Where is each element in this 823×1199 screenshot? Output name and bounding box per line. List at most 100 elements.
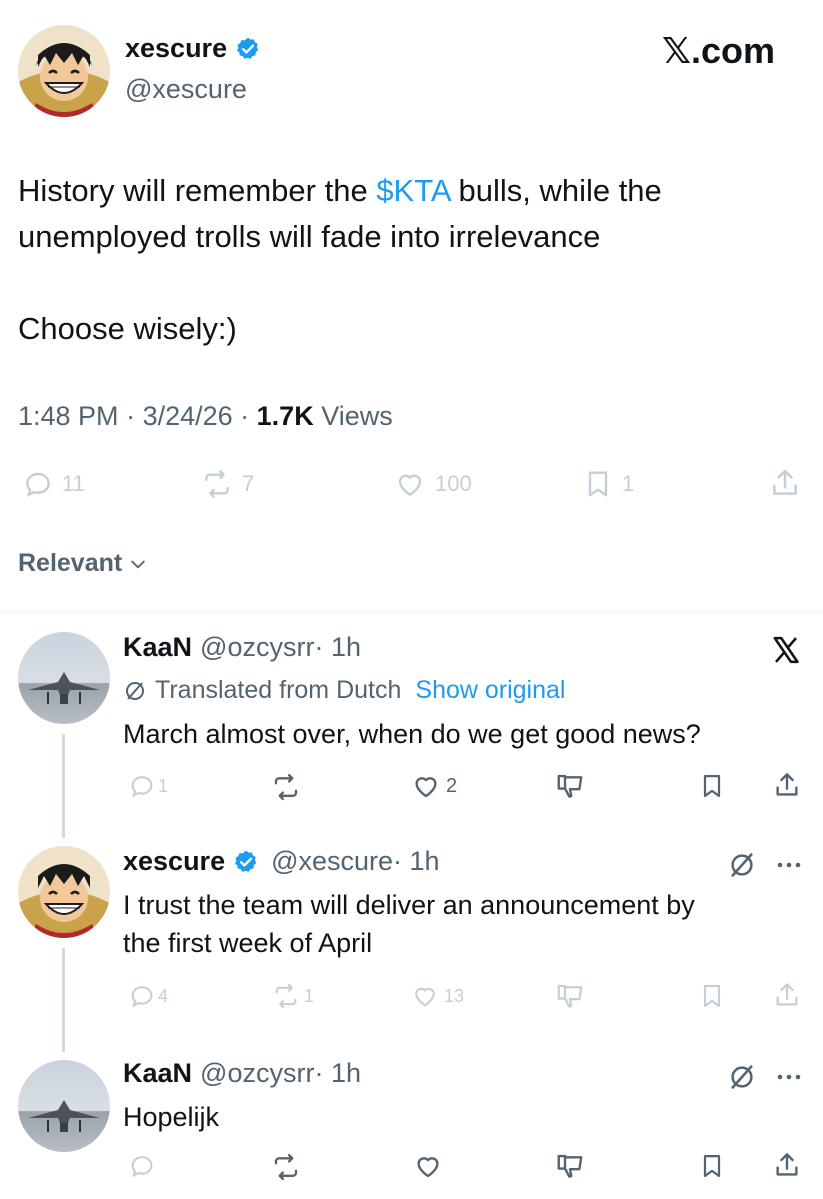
thumbs-down-icon bbox=[557, 774, 583, 798]
reply-count: 1 bbox=[158, 775, 169, 796]
reply-button[interactable]: 4 bbox=[128, 982, 168, 1010]
repost-icon bbox=[205, 470, 229, 498]
sort-label: Relevant bbox=[18, 549, 123, 577]
bookmark-count: 1 bbox=[622, 471, 635, 496]
like-button[interactable]: 13 bbox=[410, 982, 464, 1010]
tweet-text-line: Choose wisely:) bbox=[18, 311, 237, 346]
share-button[interactable] bbox=[772, 1150, 802, 1180]
reply-avatar[interactable] bbox=[18, 846, 110, 938]
cashtag-link[interactable]: $KTA bbox=[376, 173, 450, 208]
author-name[interactable]: xescure bbox=[125, 33, 227, 64]
share-icon bbox=[776, 773, 798, 796]
tweet-text-part: History will remember the bbox=[18, 173, 377, 208]
like-button[interactable]: 2 bbox=[410, 771, 457, 801]
reply-author-handle[interactable]: @ozcysrr bbox=[200, 632, 314, 663]
like-count: 100 bbox=[435, 471, 472, 496]
bookmark-button[interactable] bbox=[698, 771, 726, 801]
bookmark-icon bbox=[588, 471, 608, 497]
jet-avatar-image bbox=[28, 1100, 100, 1132]
dislike-button[interactable] bbox=[555, 771, 585, 801]
heart-icon bbox=[415, 777, 437, 798]
reply-author-name[interactable]: KaaN bbox=[123, 632, 192, 663]
like-button[interactable]: 100 bbox=[393, 468, 472, 500]
reply-author-name[interactable]: xescure bbox=[123, 846, 225, 877]
reply-button[interactable]: 11 bbox=[22, 468, 85, 500]
reply-count: 11 bbox=[62, 471, 85, 496]
reply-icon bbox=[131, 986, 153, 1008]
tweet-text-line: unemployed trolls will fade into irrelev… bbox=[18, 219, 601, 254]
luffy-avatar-image bbox=[18, 846, 110, 938]
reply-text: March almost over, when do we get good n… bbox=[123, 719, 701, 749]
share-icon bbox=[776, 983, 798, 1006]
repost-count: 7 bbox=[242, 471, 255, 496]
bookmark-button[interactable]: 1 bbox=[582, 468, 634, 500]
more-options-icon[interactable] bbox=[776, 1072, 802, 1082]
reply-avatar[interactable] bbox=[18, 1060, 110, 1152]
dislike-button[interactable] bbox=[555, 981, 585, 1011]
verified-badge-icon bbox=[235, 850, 257, 872]
author-avatar[interactable] bbox=[18, 25, 110, 117]
views-label: Views bbox=[313, 401, 393, 431]
reply-icon bbox=[131, 1156, 153, 1178]
show-original-link[interactable]: Show original bbox=[415, 676, 565, 705]
thumbs-down-icon bbox=[557, 1154, 583, 1178]
share-button[interactable] bbox=[772, 980, 802, 1010]
tweet-meta: 1:48 PM · 3/24/26 · 1.7K Views bbox=[18, 401, 393, 432]
jet-avatar-image bbox=[28, 672, 100, 704]
reply-text: I trust the team will deliver an announc… bbox=[123, 886, 695, 962]
bookmark-button[interactable] bbox=[698, 981, 726, 1011]
reply-time: · 1h bbox=[393, 846, 440, 876]
share-icon bbox=[773, 469, 797, 495]
luffy-avatar-image bbox=[18, 25, 110, 117]
grok-icon[interactable] bbox=[727, 850, 757, 880]
heart-icon bbox=[398, 474, 422, 496]
reply-time: · 1h bbox=[314, 632, 361, 662]
reply-count: 4 bbox=[158, 985, 169, 1006]
dislike-button[interactable] bbox=[555, 1151, 585, 1181]
thread-line bbox=[62, 948, 65, 1052]
reply-author-name[interactable]: KaaN bbox=[123, 1058, 192, 1089]
thumbs-down-icon bbox=[557, 984, 583, 1008]
reply-time: · 1h bbox=[314, 1058, 361, 1088]
share-button[interactable] bbox=[772, 770, 802, 800]
reply-author-handle[interactable]: @xescure bbox=[271, 846, 393, 877]
bookmark-icon bbox=[703, 774, 721, 798]
grok-icon[interactable] bbox=[727, 1062, 757, 1092]
tweet-text: History will remember the $KTA bulls, wh… bbox=[18, 168, 808, 352]
like-count: 2 bbox=[446, 774, 458, 797]
reply-author-handle[interactable]: @ozcysrr bbox=[200, 1058, 314, 1089]
meta-separator: · bbox=[232, 401, 257, 431]
x-logo-icon bbox=[770, 635, 802, 665]
repost-button[interactable]: 7 bbox=[200, 468, 254, 500]
reply-avatar[interactable] bbox=[18, 632, 110, 724]
bookmark-button[interactable] bbox=[698, 1151, 726, 1181]
tweet-date[interactable]: 3/24/26 bbox=[143, 401, 233, 431]
more-options-icon[interactable] bbox=[776, 860, 802, 870]
bookmark-icon bbox=[703, 985, 721, 1007]
share-button[interactable] bbox=[768, 466, 802, 500]
tweet-time[interactable]: 1:48 PM bbox=[18, 401, 119, 431]
reply-button[interactable]: 1 bbox=[128, 772, 168, 800]
meta-separator: · bbox=[118, 401, 143, 431]
site-label: 𝕏.com bbox=[662, 30, 776, 71]
translated-label: Translated from Dutch bbox=[155, 676, 402, 704]
reply-text-line: I trust the team will deliver an announc… bbox=[123, 890, 695, 920]
sort-dropdown[interactable]: Relevant bbox=[18, 549, 148, 578]
translate-icon bbox=[126, 681, 144, 700]
reply-button[interactable] bbox=[128, 1152, 156, 1180]
repost-button[interactable] bbox=[270, 772, 302, 802]
like-button[interactable] bbox=[412, 1151, 444, 1181]
reply-icon bbox=[131, 776, 153, 798]
author-handle[interactable]: @xescure bbox=[125, 74, 247, 105]
heart-icon bbox=[415, 987, 435, 1007]
repost-icon bbox=[275, 983, 297, 1009]
repost-button[interactable]: 1 bbox=[270, 982, 314, 1010]
share-icon bbox=[776, 1153, 798, 1176]
repost-button[interactable] bbox=[270, 1152, 302, 1182]
divider bbox=[0, 611, 823, 612]
like-count: 13 bbox=[444, 985, 465, 1006]
verified-badge-icon bbox=[237, 37, 259, 59]
reply-icon bbox=[26, 472, 50, 497]
repost-icon bbox=[274, 773, 298, 801]
reply-text: Hopelijk bbox=[123, 1102, 220, 1132]
